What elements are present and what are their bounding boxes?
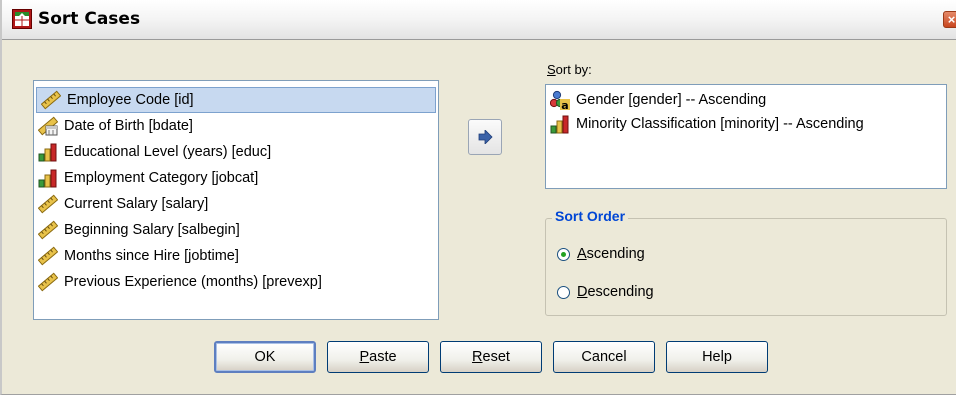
list-item[interactable]: Educational Level (years) [educ]: [34, 139, 438, 165]
paste-button[interactable]: Paste: [327, 341, 429, 373]
variable-label: Beginning Salary [salbegin]: [64, 222, 240, 238]
list-item[interactable]: Months since Hire [jobtime]: [34, 243, 438, 269]
right-arrow-icon: [478, 130, 493, 144]
sort-by-label: Sort by:: [547, 62, 592, 77]
ordinal-bars-icon: [38, 143, 57, 162]
sort-cases-dialog: Sort Cases × Employee Code [id] Date of …: [0, 0, 956, 395]
ordinal-bars-icon: [38, 169, 57, 188]
nominal-string-icon: a: [550, 90, 570, 110]
paste-rest: aste: [369, 349, 397, 365]
paste-label: Paste: [359, 349, 396, 365]
ascending-label: Ascending: [577, 246, 645, 262]
scale-ruler-icon: [38, 220, 58, 240]
list-item[interactable]: Current Salary [salary]: [34, 191, 438, 217]
paste-mnemonic: P: [359, 349, 370, 365]
title-bar[interactable]: Sort Cases ×: [2, 0, 956, 40]
variable-label: Employment Category [jobcat]: [64, 170, 259, 186]
list-item[interactable]: Previous Experience (months) [prevexp]: [34, 269, 438, 295]
descending-rest: escending: [587, 284, 654, 300]
descending-mnemonic: D: [577, 284, 588, 300]
svg-text:a: a: [561, 99, 568, 110]
sort-key-label: Minority Classification [minority] -- As…: [576, 116, 864, 132]
window-title: Sort Cases: [38, 9, 141, 29]
list-item[interactable]: Minority Classification [minority] -- As…: [546, 112, 946, 136]
descending-radio[interactable]: Descending: [557, 284, 654, 300]
list-item[interactable]: Employee Code [id]: [36, 87, 436, 113]
list-item[interactable]: Date of Birth [bdate]: [34, 113, 438, 139]
variable-label: Date of Birth [bdate]: [64, 118, 193, 134]
list-item[interactable]: a Gender [gender] -- Ascending: [546, 88, 946, 112]
scale-ruler-icon: [38, 272, 58, 292]
descending-label: Descending: [577, 284, 654, 300]
sort-order-title: Sort Order: [552, 208, 629, 224]
variable-label: Current Salary [salary]: [64, 196, 209, 212]
help-button[interactable]: Help: [666, 341, 768, 373]
radio-button[interactable]: [557, 285, 570, 299]
sort-by-label-text: ort by:: [555, 62, 592, 77]
list-item[interactable]: Beginning Salary [salbegin]: [34, 217, 438, 243]
ok-button[interactable]: OK: [214, 341, 316, 373]
variable-label: Educational Level (years) [educ]: [64, 144, 272, 160]
move-to-sort-by-button[interactable]: [468, 119, 502, 155]
app-icon: [12, 9, 32, 29]
ok-label: OK: [254, 349, 276, 365]
scale-ruler-icon: [38, 246, 58, 266]
variable-list[interactable]: Employee Code [id] Date of Birth [bdate]…: [33, 80, 439, 320]
radio-button[interactable]: [557, 247, 570, 261]
cancel-button[interactable]: Cancel: [553, 341, 655, 373]
ascending-mnemonic: A: [577, 246, 587, 262]
variable-label: Months since Hire [jobtime]: [64, 248, 239, 264]
help-label: Help: [702, 349, 732, 365]
reset-label: Reset: [472, 349, 510, 365]
close-icon: ×: [947, 12, 956, 27]
date-scale-icon: [38, 116, 58, 136]
close-button[interactable]: ×: [943, 11, 956, 28]
scale-ruler-icon: [41, 90, 61, 110]
ascending-radio[interactable]: Ascending: [557, 246, 645, 262]
ordinal-bars-icon: [550, 115, 569, 134]
reset-button[interactable]: Reset: [440, 341, 542, 373]
sort-order-group: [545, 218, 947, 316]
reset-mnemonic: R: [472, 349, 483, 365]
sort-by-mnemonic: S: [547, 62, 556, 77]
cancel-label: Cancel: [581, 349, 627, 365]
list-item[interactable]: Employment Category [jobcat]: [34, 165, 438, 191]
ascending-rest: scending: [586, 246, 645, 262]
scale-ruler-icon: [38, 194, 58, 214]
variable-label: Previous Experience (months) [prevexp]: [64, 274, 322, 290]
variable-label: Employee Code [id]: [67, 92, 194, 108]
sort-by-list[interactable]: a Gender [gender] -- Ascending Minority …: [545, 84, 947, 189]
sort-key-label: Gender [gender] -- Ascending: [576, 92, 767, 108]
reset-rest: eset: [482, 349, 510, 365]
